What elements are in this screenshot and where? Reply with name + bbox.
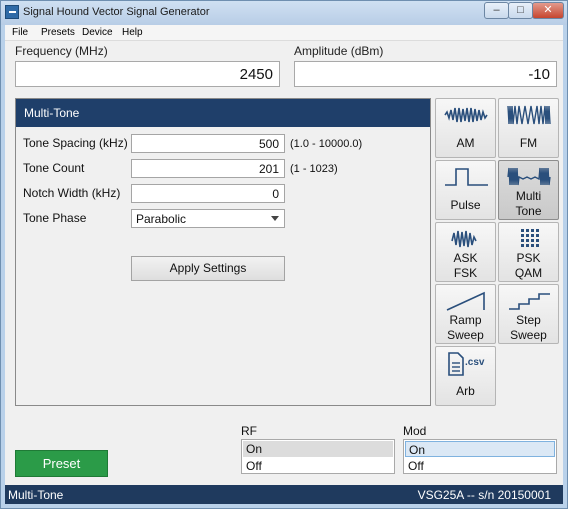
step-label: Step (516, 313, 541, 327)
rf-listbox: On Off (241, 439, 395, 474)
app-logo-icon (5, 5, 19, 19)
window-title: Signal Hound Vector Signal Generator (23, 6, 210, 18)
ramp-icon (446, 291, 485, 311)
frequency-label: Frequency (MHz) (15, 44, 108, 58)
menu-presets[interactable]: Presets (41, 27, 75, 38)
frequency-input[interactable]: 2450 (15, 61, 280, 87)
pulse-label: Pulse (450, 198, 481, 212)
csv-file-icon: .csv (448, 352, 485, 376)
constellation-icon (521, 229, 539, 247)
menu-bar: File Presets Device Help (5, 25, 563, 41)
menu-help[interactable]: Help (122, 27, 143, 38)
arb-button[interactable]: .csv Arb (435, 346, 496, 406)
tone-spacing-input[interactable]: 500 (131, 134, 285, 153)
notch-width-input[interactable]: 0 (131, 184, 285, 203)
ask-wave-icon (451, 230, 477, 248)
amplitude-label: Amplitude (dBm) (294, 44, 384, 58)
qam-label: QAM (514, 266, 543, 280)
menu-device[interactable]: Device (82, 27, 113, 38)
maximize-button[interactable]: □ (508, 2, 533, 19)
multi-tone-label-line2: Tone (515, 204, 542, 218)
tone-spacing-label: Tone Spacing (kHz) (23, 136, 128, 150)
status-mode: Multi-Tone (8, 488, 64, 502)
title-bar[interactable]: Signal Hound Vector Signal Generator – □… (1, 1, 567, 25)
notch-width-label: Notch Width (kHz) (23, 186, 121, 200)
tone-spacing-range: (1.0 - 10000.0) (290, 138, 363, 150)
amplitude-input[interactable]: -10 (294, 61, 557, 87)
pulse-button[interactable]: Pulse (435, 160, 496, 220)
multi-tone-label-line1: Multi (515, 189, 542, 203)
panel-title: Multi-Tone (16, 99, 430, 127)
tone-phase-value: Parabolic (136, 212, 187, 226)
am-wave-icon (444, 107, 488, 123)
am-label: AM (456, 136, 475, 150)
ask-label: ASK (453, 251, 478, 265)
mod-on-option[interactable]: On (405, 441, 555, 457)
app-window: Signal Hound Vector Signal Generator – □… (0, 0, 568, 509)
rf-off-option[interactable]: Off (243, 458, 393, 474)
multi-tone-icon (507, 167, 551, 186)
fsk-label: FSK (453, 266, 478, 280)
client-area: File Presets Device Help Frequency (MHz)… (5, 25, 563, 504)
fm-wave-icon (507, 105, 551, 125)
ramp-sweep-button[interactable]: Ramp Sweep (435, 284, 496, 344)
ask-fsk-button[interactable]: ASK FSK (435, 222, 496, 282)
tone-phase-select[interactable]: Parabolic (131, 209, 285, 228)
multi-tone-panel: Multi-Tone Tone Spacing (kHz) 500 (1.0 -… (15, 98, 431, 406)
status-device: VSG25A -- s/n 20150001 (417, 488, 551, 502)
multi-tone-button[interactable]: Multi Tone (498, 160, 559, 220)
psk-qam-button[interactable]: PSK QAM (498, 222, 559, 282)
psk-label: PSK (516, 251, 541, 265)
status-bar: Multi-Tone VSG25A -- s/n 20150001 (5, 485, 563, 504)
mod-label: Mod (403, 424, 427, 438)
tone-count-range: (1 - 1023) (290, 163, 338, 175)
ramp-label: Ramp (449, 313, 482, 327)
ramp-sweep-label: Sweep (447, 328, 484, 342)
step-icon (509, 293, 550, 310)
close-button[interactable]: ✕ (532, 2, 564, 19)
csv-icon-text: .csv (465, 357, 485, 368)
rf-label: RF (241, 424, 257, 438)
step-sweep-label: Sweep (510, 328, 547, 342)
tone-count-label: Tone Count (23, 161, 85, 175)
minimize-button[interactable]: – (484, 2, 509, 19)
apply-settings-button[interactable]: Apply Settings (131, 256, 285, 281)
pulse-wave-icon (445, 168, 488, 186)
tone-count-input[interactable]: 201 (131, 159, 285, 178)
chevron-down-icon (271, 216, 279, 221)
fm-button[interactable]: FM (498, 98, 559, 158)
preset-button[interactable]: Preset (15, 450, 108, 477)
fm-label: FM (519, 136, 538, 150)
am-button[interactable]: AM (435, 98, 496, 158)
tone-phase-label: Tone Phase (23, 211, 87, 225)
menu-file[interactable]: File (12, 27, 28, 38)
arb-label: Arb (456, 384, 475, 398)
rf-on-option[interactable]: On (243, 441, 393, 457)
mod-off-option[interactable]: Off (405, 458, 555, 474)
mod-listbox: On Off (403, 439, 557, 474)
step-sweep-button[interactable]: Step Sweep (498, 284, 559, 344)
